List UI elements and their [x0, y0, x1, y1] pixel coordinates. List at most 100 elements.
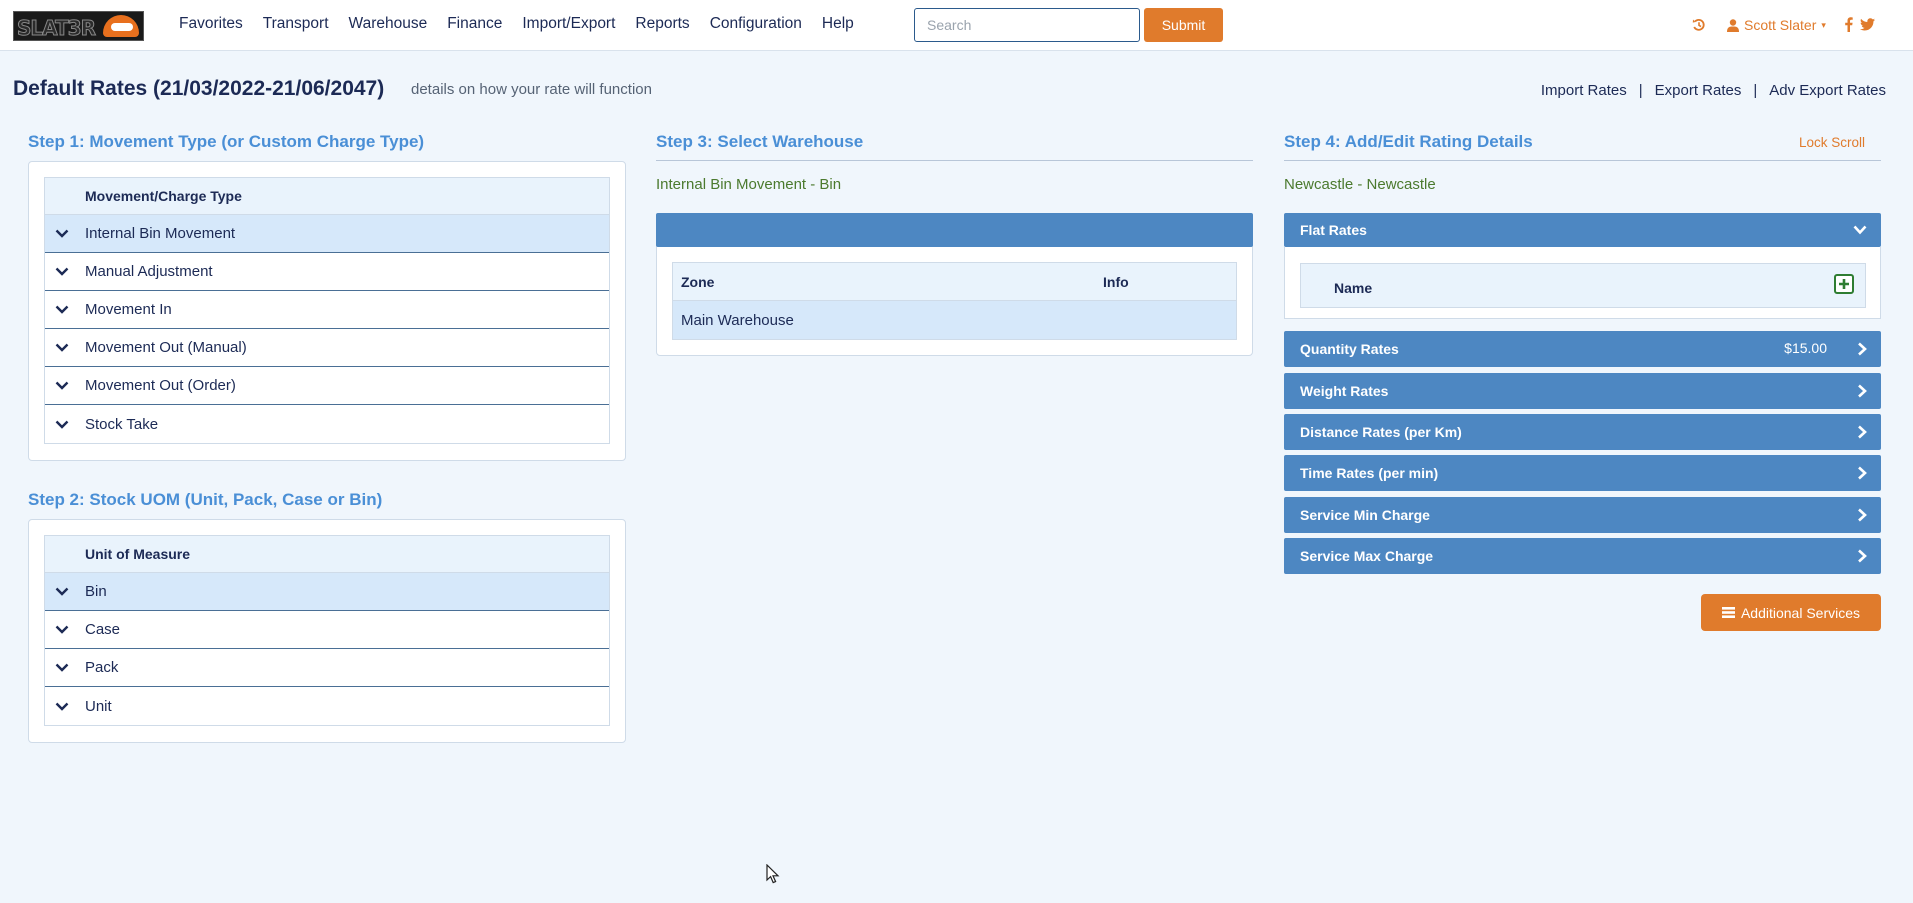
table-row[interactable]: Pack [45, 649, 609, 687]
table-row[interactable]: Manual Adjustment [45, 253, 609, 291]
page-title: Default Rates (21/03/2022-21/06/2047) [13, 77, 385, 100]
flat-rates-accordion[interactable]: Flat Rates [1284, 213, 1881, 247]
nav-configuration[interactable]: Configuration [710, 15, 802, 33]
nav-finance[interactable]: Finance [447, 15, 502, 33]
zone-column-header: Zone [681, 273, 715, 290]
weight-rates-accordion[interactable]: Weight Rates [1284, 373, 1881, 409]
table-row[interactable]: Stock Take [45, 405, 609, 443]
row-label: Pack [85, 659, 119, 676]
helmet-icon [103, 15, 139, 37]
nav-import-export[interactable]: Import/Export [522, 15, 615, 33]
zone-table: Zone Info Main Warehouse [672, 262, 1237, 340]
nav-help[interactable]: Help [822, 15, 854, 33]
row-label: Case [85, 621, 121, 638]
chevron-down-icon [55, 343, 69, 352]
row-label: Movement Out (Manual) [85, 339, 247, 356]
list-icon [1721, 607, 1735, 618]
table-row[interactable]: Unit [45, 687, 609, 725]
service-min-charge-accordion[interactable]: Service Min Charge [1284, 497, 1881, 533]
lock-scroll-link[interactable]: Lock Scroll [1799, 135, 1865, 150]
add-icon[interactable] [1834, 274, 1854, 294]
nav-transport[interactable]: Transport [263, 15, 329, 33]
app-logo[interactable]: SLAT3R [13, 11, 144, 41]
link-separator: | [1753, 82, 1758, 99]
table-row[interactable]: Movement In [45, 291, 609, 329]
chevron-down-icon [55, 702, 69, 711]
chevron-down-icon [55, 267, 69, 276]
history-icon[interactable] [1692, 18, 1706, 32]
table-row[interactable]: Internal Bin Movement [45, 215, 609, 253]
accordion-label: Time Rates (per min) [1300, 465, 1439, 481]
caret-down-icon: ▾ [1821, 19, 1826, 30]
submit-button[interactable]: Submit [1144, 8, 1223, 42]
nav-warehouse[interactable]: Warehouse [349, 15, 428, 33]
service-max-charge-accordion[interactable]: Service Max Charge [1284, 538, 1881, 574]
movement-type-column-header: Movement/Charge Type [45, 178, 609, 215]
chevron-down-icon [55, 625, 69, 634]
table-row[interactable]: Case [45, 611, 609, 649]
row-label: Stock Take [85, 415, 159, 433]
page-subtitle-link[interactable]: details on how your rate will function [411, 81, 652, 98]
twitter-icon[interactable] [1860, 18, 1875, 31]
table-row[interactable]: Movement Out (Manual) [45, 329, 609, 367]
row-label: Manual Adjustment [85, 263, 213, 280]
step3-subtitle: Internal Bin Movement - Bin [656, 176, 842, 193]
chevron-down-icon [55, 587, 69, 596]
chevron-right-icon [1858, 425, 1867, 439]
accordion-label: Flat Rates [1300, 222, 1367, 238]
logo-text: SLAT3R [16, 16, 96, 41]
table-row[interactable]: Main Warehouse [673, 301, 1236, 339]
step3-heading: Step 3: Select Warehouse [656, 132, 864, 151]
movement-type-table: Movement/Charge Type Internal Bin Moveme… [44, 177, 610, 444]
warehouse-panel-header [656, 213, 1253, 247]
chevron-right-icon [1858, 549, 1867, 563]
accordion-label: Service Min Charge [1300, 507, 1430, 523]
flat-rates-body: Name [1284, 247, 1881, 319]
adv-export-rates-link[interactable]: Adv Export Rates [1769, 82, 1886, 99]
link-separator: | [1638, 82, 1643, 99]
chevron-down-icon [55, 305, 69, 314]
accordion-label: Distance Rates (per Km) [1300, 424, 1462, 440]
quantity-rates-accordion[interactable]: Quantity Rates $15.00 [1284, 331, 1881, 367]
row-label: Movement Out (Order) [85, 377, 236, 394]
accordion-label: Service Max Charge [1300, 548, 1434, 564]
accordion-label: Quantity Rates [1300, 341, 1399, 357]
chevron-down-icon [55, 420, 69, 429]
additional-services-button[interactable]: Additional Services [1701, 594, 1881, 631]
uom-column-header: Unit of Measure [45, 536, 609, 573]
nav-reports[interactable]: Reports [635, 15, 689, 33]
nav-favorites[interactable]: Favorites [179, 15, 243, 33]
user-name: Scott Slater [1744, 17, 1817, 33]
additional-services-label: Additional Services [1740, 604, 1861, 621]
row-label: Unit [85, 697, 112, 715]
search-input[interactable] [914, 8, 1140, 42]
row-label: Movement In [85, 301, 172, 318]
chevron-down-icon [1853, 225, 1867, 235]
section-divider [656, 160, 1253, 161]
user-menu[interactable]: Scott Slater ▾ [1727, 17, 1826, 33]
distance-rates-accordion[interactable]: Distance Rates (per Km) [1284, 414, 1881, 450]
chevron-right-icon [1858, 384, 1867, 398]
user-icon [1727, 18, 1739, 32]
top-navbar: SLAT3R Favorites Transport Warehouse Fin… [0, 0, 1913, 51]
export-rates-link[interactable]: Export Rates [1655, 82, 1742, 99]
table-row[interactable]: Movement Out (Order) [45, 367, 609, 405]
step4-heading: Step 4: Add/Edit Rating Details [1284, 132, 1533, 151]
step1-panel: Movement/Charge Type Internal Bin Moveme… [28, 161, 626, 461]
table-row[interactable]: Bin [45, 573, 609, 611]
facebook-icon[interactable] [1844, 17, 1853, 32]
zone-table-header: Zone Info [673, 263, 1236, 301]
import-rates-link[interactable]: Import Rates [1541, 82, 1627, 99]
time-rates-accordion[interactable]: Time Rates (per min) [1284, 455, 1881, 491]
name-column-header: Name [1334, 280, 1373, 296]
chevron-down-icon [55, 381, 69, 390]
mouse-cursor-icon [766, 864, 780, 884]
info-column-header: Info [1103, 273, 1129, 290]
chevron-down-icon [55, 663, 69, 672]
section-divider [1284, 160, 1881, 161]
step2-panel: Unit of Measure Bin Case Pack Unit [28, 519, 626, 743]
uom-table: Unit of Measure Bin Case Pack Unit [44, 535, 610, 726]
step2-heading: Step 2: Stock UOM (Unit, Pack, Case or B… [28, 490, 383, 509]
main-menu: Favorites Transport Warehouse Finance Im… [179, 15, 874, 33]
row-label: Internal Bin Movement [85, 225, 236, 242]
